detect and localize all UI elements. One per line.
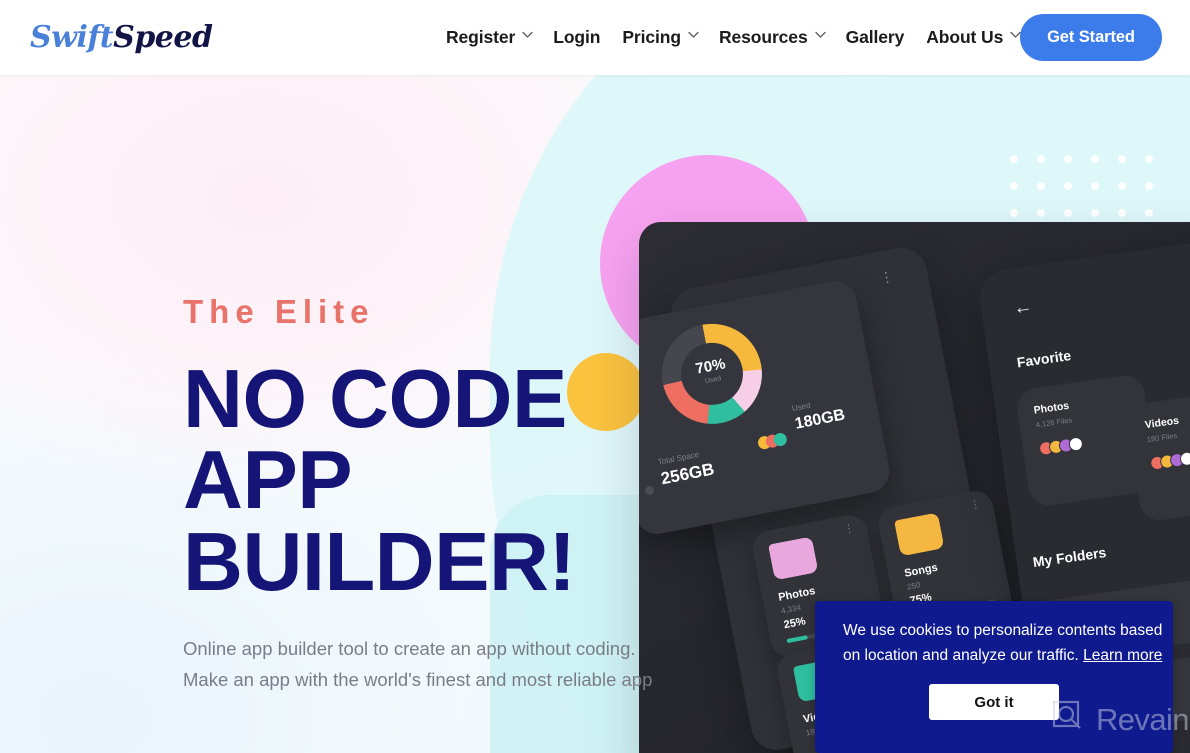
grid-dot (1091, 182, 1099, 190)
grid-dot (1064, 182, 1072, 190)
nav-item-register[interactable]: Register (446, 0, 542, 75)
favorite-sub-videos: 180 Files (1146, 430, 1178, 445)
chevron-down-icon (522, 31, 533, 40)
used-space-label: Used (791, 400, 812, 414)
my-folders-section-title: My Folders (1031, 544, 1108, 571)
favorite-card-videos[interactable]: Videos 180 Files (1126, 387, 1190, 523)
grid-dot (1145, 155, 1153, 163)
nav-item-resources[interactable]: Resources (708, 0, 835, 75)
chevron-down-icon (1010, 31, 1021, 40)
nav-item-about-us[interactable]: About Us (915, 0, 1030, 75)
grid-dot (1010, 155, 1018, 163)
site-header: SwiftSpeed Register Login Pricing Resour… (0, 0, 1190, 75)
tile-sub-songs: 250 (906, 580, 922, 592)
grid-dot (1037, 182, 1045, 190)
favorite-section-title: Favorite (1015, 347, 1072, 371)
nav-label-gallery: Gallery (845, 27, 905, 47)
nav-label-login: Login (553, 27, 601, 47)
nav-label-register: Register (446, 27, 516, 47)
grid-dot (1118, 155, 1126, 163)
chevron-down-icon (814, 31, 826, 40)
cookie-text-line-2-wrap: on location and analyze our traffic. Lea… (843, 643, 1162, 668)
grid-dot (1037, 155, 1045, 163)
accept-cookies-button[interactable]: Got it (929, 684, 1059, 720)
main-navigation: Register Login Pricing Resources Gallery… (446, 0, 1030, 75)
grid-dot (1064, 209, 1072, 217)
hero-copy: The Elite NO CODE APP BUILDER! Online ap… (183, 293, 653, 695)
get-started-button[interactable]: Get Started (1020, 14, 1162, 61)
subtext-line-1: Online app builder tool to create an app… (183, 637, 636, 659)
favorite-sub-photos: 4,126 Files (1035, 415, 1073, 430)
storage-donut-chart: 70% Used (653, 315, 771, 433)
logo-part-speed: Speed (113, 20, 213, 55)
grid-dot (1118, 209, 1126, 217)
tile-name-songs: Songs (903, 561, 939, 580)
tile-percent-photos: 25% (782, 615, 807, 632)
nav-label-resources: Resources (718, 27, 808, 47)
kebab-menu-icon: ⋮ (842, 522, 856, 537)
avatar-stack-photos (1015, 373, 1142, 457)
site-logo[interactable]: SwiftSpeed (30, 20, 213, 55)
headline-line-1: NO CODE (183, 352, 567, 445)
nav-label-pricing: Pricing (622, 27, 681, 47)
favorite-name-videos: Videos (1144, 414, 1180, 432)
grid-dot (1145, 182, 1153, 190)
grid-dot (1091, 155, 1099, 163)
grid-dot (1037, 209, 1045, 217)
hero-subtext: Online app builder tool to create an app… (183, 634, 653, 695)
nav-item-login[interactable]: Login (542, 0, 611, 75)
grid-dot (1010, 182, 1018, 190)
headline-line-2: APP (183, 433, 353, 527)
cookie-text-line-1: We use cookies to personalize contents b… (843, 622, 1163, 639)
logo-part-swift: Swift (30, 20, 114, 55)
learn-more-link[interactable]: Learn more (1083, 647, 1162, 664)
revain-watermark: Revain (1052, 700, 1190, 739)
nav-item-gallery[interactable]: Gallery (835, 0, 916, 75)
headline-line-3: BUILDER! (183, 514, 576, 608)
favorite-name-photos: Photos (1032, 399, 1070, 417)
folder-icon-photos-tab (768, 536, 819, 581)
grid-dot (1010, 209, 1018, 217)
hero-headline: NO CODE APP BUILDER! (183, 352, 633, 608)
nav-item-pricing[interactable]: Pricing (611, 0, 708, 75)
grid-dot (1091, 209, 1099, 217)
revain-watermark-text: Revain (1096, 701, 1190, 737)
tile-name-photos: Photos (777, 584, 817, 604)
grid-dot (1145, 209, 1153, 217)
back-arrow-icon[interactable]: ← (1012, 296, 1034, 320)
cookie-text-line-2: on location and analyze our traffic. (843, 647, 1079, 665)
kebab-menu-icon: ⋮ (878, 267, 895, 287)
hero-eyebrow: The Elite (183, 293, 375, 330)
nav-label-about-us: About Us (926, 27, 1004, 47)
kebab-menu-icon: ⋮ (968, 498, 982, 513)
chevron-down-icon (688, 31, 699, 40)
subtext-line-2: Make an app with the world's finest and … (183, 668, 653, 690)
cookie-banner-text: We use cookies to personalize contents b… (843, 618, 1163, 668)
grid-dot (1064, 155, 1072, 163)
tile-sub-photos: 4,334 (780, 602, 802, 616)
storage-bullet-dot (644, 485, 655, 496)
grid-dot (1118, 182, 1126, 190)
folder-icon-songs-tab (894, 512, 945, 557)
revain-logo-icon (1052, 700, 1086, 739)
